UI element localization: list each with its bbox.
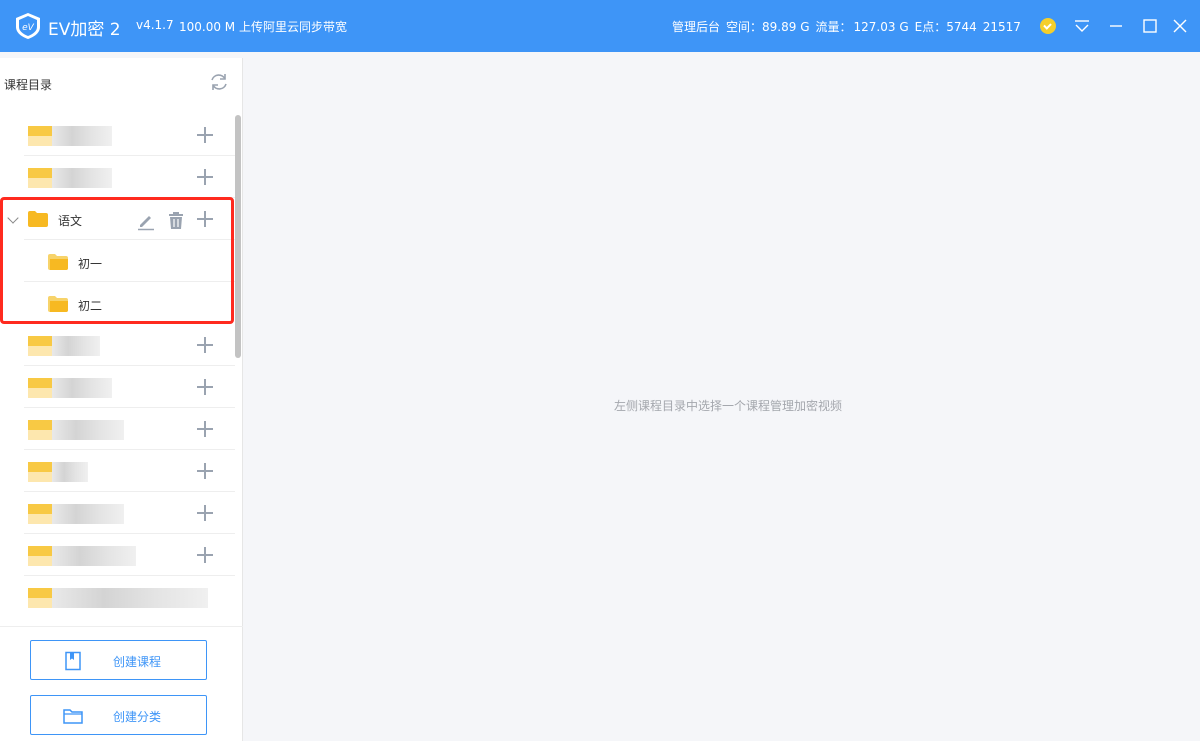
dropdown-menu-icon[interactable]: [1070, 14, 1094, 38]
category-row-blurred[interactable]: [0, 114, 235, 156]
space-value: 89.89 G: [762, 20, 810, 34]
epoints-value: 5744: [946, 20, 977, 34]
add-subcategory-icon[interactable]: [197, 420, 215, 438]
create-category-label: 创建分类: [113, 710, 162, 724]
create-course-label: 创建课程: [113, 655, 162, 669]
add-subcategory-icon[interactable]: [197, 378, 215, 396]
epoints-label: E点：: [914, 20, 947, 34]
account-stats: 管理后台 空间：89.89 G 流量： 127.03 G E点：5744 21517: [672, 18, 1027, 35]
svg-text:eV: eV: [22, 23, 35, 33]
category-row-blurred[interactable]: [0, 156, 235, 198]
create-category-button[interactable]: 创建分类: [30, 695, 207, 735]
close-icon[interactable]: [1168, 14, 1192, 38]
upload-bandwidth: 100.00 M 上传阿里云同步带宽: [179, 20, 347, 34]
category-row-blurred[interactable]: [0, 534, 235, 576]
admin-link[interactable]: 管理后台: [672, 20, 720, 34]
title-bar: eV EV加密 2 v4.1.7 100.00 M 上传阿里云同步带宽 管理后台…: [0, 0, 1200, 52]
traffic-label: 流量：: [815, 20, 852, 34]
app-version: v4.1.7: [136, 18, 174, 32]
add-subcategory-icon[interactable]: [197, 126, 215, 144]
highlight-box: [0, 197, 234, 324]
folder-outline-icon: [63, 709, 83, 724]
sidebar-footer-divider: [0, 626, 243, 627]
category-row-blurred[interactable]: [0, 366, 235, 408]
space-label: 空间：: [726, 20, 763, 34]
category-row-blurred[interactable]: [0, 408, 235, 450]
sidebar-title: 课程目录: [4, 78, 53, 92]
user-id: 21517: [982, 20, 1021, 34]
add-subcategory-icon[interactable]: [197, 462, 215, 480]
minimize-icon[interactable]: [1104, 14, 1128, 38]
app-logo-icon: eV: [16, 13, 40, 39]
add-subcategory-icon[interactable]: [197, 546, 215, 564]
category-row-blurred[interactable]: [0, 492, 235, 534]
category-row-blurred[interactable]: [0, 576, 235, 618]
refresh-icon[interactable]: [208, 71, 230, 93]
sidebar-scrollbar[interactable]: [235, 115, 241, 358]
maximize-icon[interactable]: [1138, 14, 1162, 38]
book-icon: [65, 651, 81, 671]
category-row-blurred[interactable]: [0, 324, 235, 366]
vip-coin-icon[interactable]: [1040, 18, 1056, 34]
add-subcategory-icon[interactable]: [197, 504, 215, 522]
category-row-blurred[interactable]: [0, 450, 235, 492]
traffic-value: 127.03 G: [853, 20, 909, 34]
add-subcategory-icon[interactable]: [197, 168, 215, 186]
add-subcategory-icon[interactable]: [197, 336, 215, 354]
empty-state-hint: 左侧课程目录中选择一个课程管理加密视频: [614, 399, 843, 413]
create-course-button[interactable]: 创建课程: [30, 640, 207, 680]
app-name: EV加密 2: [48, 20, 121, 40]
